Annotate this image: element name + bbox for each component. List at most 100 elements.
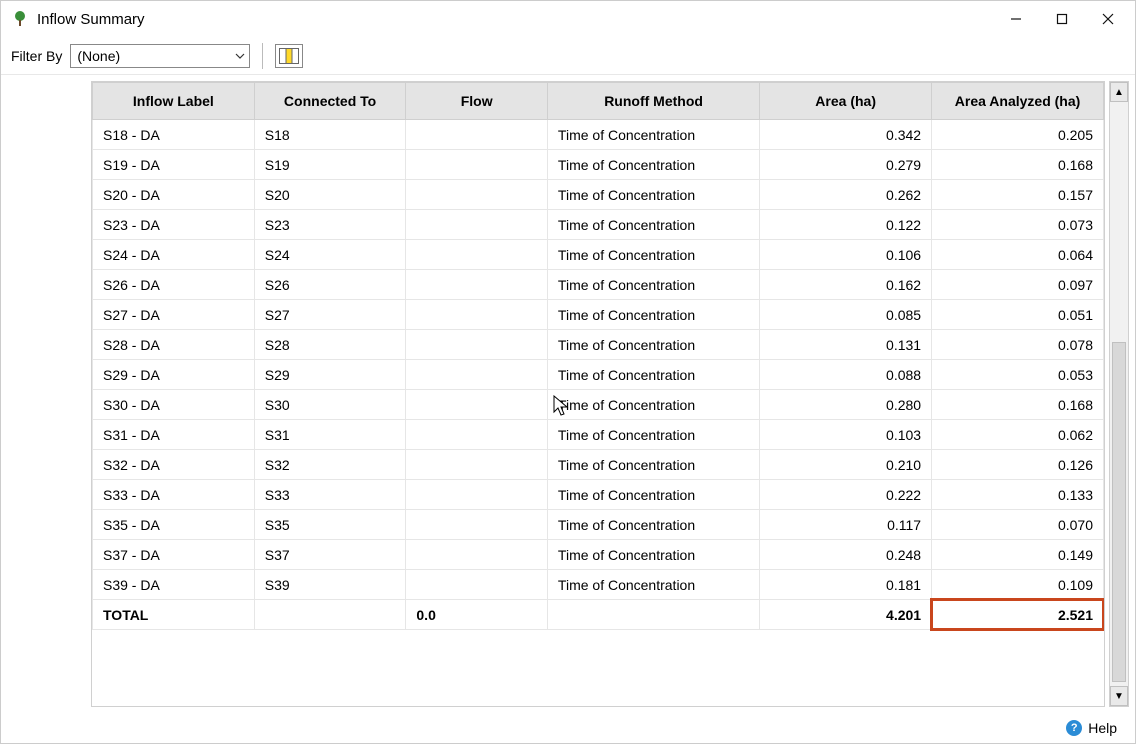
cell-connected-to[interactable]: S23 bbox=[254, 210, 406, 240]
cell-area[interactable]: 0.280 bbox=[760, 390, 932, 420]
help-link[interactable]: Help bbox=[1088, 720, 1117, 736]
cell-area-analyzed[interactable]: 0.126 bbox=[932, 450, 1104, 480]
cell-flow[interactable] bbox=[406, 360, 548, 390]
scroll-thumb[interactable] bbox=[1112, 342, 1126, 682]
cell-connected-to[interactable]: S19 bbox=[254, 150, 406, 180]
cell-connected-to[interactable]: S20 bbox=[254, 180, 406, 210]
table-row[interactable]: S27 - DAS27Time of Concentration0.0850.0… bbox=[93, 300, 1104, 330]
table-row[interactable]: S24 - DAS24Time of Concentration0.1060.0… bbox=[93, 240, 1104, 270]
cell-inflow-label[interactable]: S23 - DA bbox=[93, 210, 255, 240]
cell-area-analyzed[interactable]: 0.168 bbox=[932, 150, 1104, 180]
cell-flow[interactable] bbox=[406, 210, 548, 240]
cell-area[interactable]: 0.117 bbox=[760, 510, 932, 540]
close-button[interactable] bbox=[1085, 3, 1131, 35]
cell-area[interactable]: 0.181 bbox=[760, 570, 932, 600]
cell-runoff-method[interactable]: Time of Concentration bbox=[547, 210, 759, 240]
cell-connected-to[interactable]: S30 bbox=[254, 390, 406, 420]
cell-runoff-method[interactable]: Time of Concentration bbox=[547, 270, 759, 300]
cell-area[interactable]: 0.342 bbox=[760, 120, 932, 150]
cell-runoff-method[interactable]: Time of Concentration bbox=[547, 510, 759, 540]
cell-flow[interactable] bbox=[406, 120, 548, 150]
cell-flow[interactable] bbox=[406, 480, 548, 510]
cell-connected-to[interactable]: S27 bbox=[254, 300, 406, 330]
cell-connected-to[interactable]: S28 bbox=[254, 330, 406, 360]
cell-area-analyzed[interactable]: 0.051 bbox=[932, 300, 1104, 330]
cell-runoff-method[interactable]: Time of Concentration bbox=[547, 150, 759, 180]
cell-inflow-label[interactable]: S19 - DA bbox=[93, 150, 255, 180]
cell-area[interactable]: 0.103 bbox=[760, 420, 932, 450]
cell-inflow-label[interactable]: S39 - DA bbox=[93, 570, 255, 600]
inflow-table[interactable]: Inflow Label Connected To Flow Runoff Me… bbox=[92, 82, 1104, 630]
cell-connected-to[interactable]: S33 bbox=[254, 480, 406, 510]
titlebar[interactable]: Inflow Summary bbox=[1, 1, 1135, 37]
cell-inflow-label[interactable]: S24 - DA bbox=[93, 240, 255, 270]
cell-area[interactable]: 0.088 bbox=[760, 360, 932, 390]
cell-inflow-label[interactable]: S27 - DA bbox=[93, 300, 255, 330]
cell-runoff-method[interactable]: Time of Concentration bbox=[547, 480, 759, 510]
scroll-up-button[interactable]: ▲ bbox=[1110, 82, 1128, 102]
table-row[interactable]: S39 - DAS39Time of Concentration0.1810.1… bbox=[93, 570, 1104, 600]
cell-flow[interactable] bbox=[406, 570, 548, 600]
table-row[interactable]: S18 - DAS18Time of Concentration0.3420.2… bbox=[93, 120, 1104, 150]
cell-area-analyzed[interactable]: 0.133 bbox=[932, 480, 1104, 510]
cell-flow[interactable] bbox=[406, 540, 548, 570]
cell-runoff-method[interactable]: Time of Concentration bbox=[547, 450, 759, 480]
cell-connected-to[interactable]: S18 bbox=[254, 120, 406, 150]
cell-flow[interactable] bbox=[406, 510, 548, 540]
cell-flow[interactable] bbox=[406, 150, 548, 180]
cell-connected-to[interactable]: S31 bbox=[254, 420, 406, 450]
cell-area-analyzed[interactable]: 0.062 bbox=[932, 420, 1104, 450]
cell-inflow-label[interactable]: S31 - DA bbox=[93, 420, 255, 450]
filter-by-select[interactable]: (None) bbox=[70, 44, 250, 68]
cell-area-analyzed[interactable]: 0.168 bbox=[932, 390, 1104, 420]
cell-connected-to[interactable]: S37 bbox=[254, 540, 406, 570]
cell-runoff-method[interactable]: Time of Concentration bbox=[547, 420, 759, 450]
cell-inflow-label[interactable]: S37 - DA bbox=[93, 540, 255, 570]
cell-area-analyzed[interactable]: 0.078 bbox=[932, 330, 1104, 360]
col-area-analyzed[interactable]: Area Analyzed (ha) bbox=[932, 83, 1104, 120]
table-row[interactable]: S37 - DAS37Time of Concentration0.2480.1… bbox=[93, 540, 1104, 570]
cell-area[interactable]: 0.162 bbox=[760, 270, 932, 300]
cell-flow[interactable] bbox=[406, 450, 548, 480]
maximize-button[interactable] bbox=[1039, 3, 1085, 35]
cell-inflow-label[interactable]: S29 - DA bbox=[93, 360, 255, 390]
cell-connected-to[interactable]: S29 bbox=[254, 360, 406, 390]
cell-connected-to[interactable]: S26 bbox=[254, 270, 406, 300]
table-total-row[interactable]: TOTAL0.04.2012.521 bbox=[93, 600, 1104, 630]
table-row[interactable]: S29 - DAS29Time of Concentration0.0880.0… bbox=[93, 360, 1104, 390]
cell-flow[interactable] bbox=[406, 330, 548, 360]
cell-inflow-label[interactable]: S33 - DA bbox=[93, 480, 255, 510]
cell-inflow-label[interactable]: S32 - DA bbox=[93, 450, 255, 480]
scroll-down-button[interactable]: ▼ bbox=[1110, 686, 1128, 706]
cell-area-analyzed[interactable]: 0.064 bbox=[932, 240, 1104, 270]
cell-flow[interactable] bbox=[406, 390, 548, 420]
table-row[interactable]: S23 - DAS23 Time of Concentration0.1220.0… bbox=[93, 210, 1104, 240]
cell-area-analyzed[interactable]: 0.073 bbox=[932, 210, 1104, 240]
table-row[interactable]: S28 - DAS28Time of Concentration0.1310.0… bbox=[93, 330, 1104, 360]
table-row[interactable]: S20 - DAS20Time of Concentration0.2620.1… bbox=[93, 180, 1104, 210]
cell-area-analyzed[interactable]: 0.053 bbox=[932, 360, 1104, 390]
cell-area[interactable]: 0.085 bbox=[760, 300, 932, 330]
col-inflow-label[interactable]: Inflow Label bbox=[93, 83, 255, 120]
cell-flow[interactable] bbox=[406, 300, 548, 330]
cell-area[interactable]: 0.279 bbox=[760, 150, 932, 180]
table-row[interactable]: S31 - DAS31 Time of Concentration0.1030.0… bbox=[93, 420, 1104, 450]
cell-runoff-method[interactable]: Time of Concentration bbox=[547, 570, 759, 600]
vertical-scrollbar[interactable]: ▲ ▼ bbox=[1109, 81, 1129, 707]
cell-area[interactable]: 0.248 bbox=[760, 540, 932, 570]
cell-inflow-label[interactable]: S28 - DA bbox=[93, 330, 255, 360]
col-connected-to[interactable]: Connected To bbox=[254, 83, 406, 120]
cell-inflow-label[interactable]: S20 - DA bbox=[93, 180, 255, 210]
table-row[interactable]: S32 - DAS32Time of Concentration0.2100.1… bbox=[93, 450, 1104, 480]
table-row[interactable]: S30 - DAS30Time of Concentration0.2800.1… bbox=[93, 390, 1104, 420]
cell-runoff-method[interactable]: Time of Concentration bbox=[547, 180, 759, 210]
cell-area[interactable]: 0.106 bbox=[760, 240, 932, 270]
cell-area[interactable]: 0.122 bbox=[760, 210, 932, 240]
cell-flow[interactable] bbox=[406, 180, 548, 210]
cell-runoff-method[interactable]: Time of Concentration bbox=[547, 240, 759, 270]
cell-connected-to[interactable]: S35 bbox=[254, 510, 406, 540]
table-row[interactable]: S19 - DAS19 Time of Concentration0.2790.1… bbox=[93, 150, 1104, 180]
cell-area-analyzed[interactable]: 0.149 bbox=[932, 540, 1104, 570]
cell-area-analyzed[interactable]: 0.070 bbox=[932, 510, 1104, 540]
minimize-button[interactable] bbox=[993, 3, 1039, 35]
